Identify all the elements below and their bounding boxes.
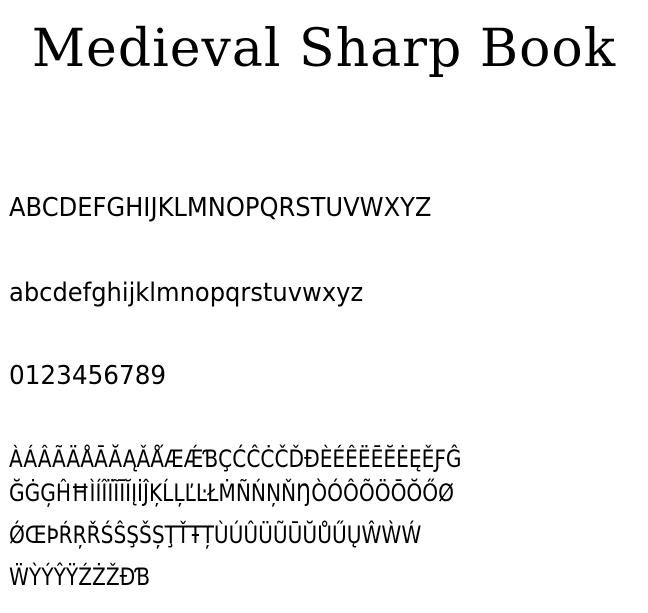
extended-sample-line-1: ÀÁÂÃÄÅĀĂĄǍǺÆǼƁÇĆĈĊČĎĐÈÉÊËĒĔĖĘĚƑĜ bbox=[9, 445, 462, 473]
extended-sample-line-2: ĞĠĢĤĦÌÍÎÏĨĪĬĮİĴĶĹĻĽĿŁṀÑŃŅŇŊÒÓÔÕÖŌŎŐØ bbox=[9, 479, 455, 507]
extended-sample-line-3: ǾŒÞŔŖŘŚŜŞŠȘŢŤŦȚÙÚÛÜŨŪŬŮŰŲŴẀẂ bbox=[9, 521, 422, 549]
digits-sample: 0123456789 bbox=[9, 361, 167, 391]
uppercase-sample: ABCDEFGHIJKLMNOPQRSTUVWXYZ bbox=[9, 193, 432, 223]
lowercase-sample: abcdefghijklmnopqrstuvwxyz bbox=[9, 278, 364, 308]
font-title: Medieval Sharp Book bbox=[31, 19, 617, 79]
extended-sample-line-4: ẄỲÝŶŸŹŻŽÐƁ bbox=[9, 563, 151, 591]
